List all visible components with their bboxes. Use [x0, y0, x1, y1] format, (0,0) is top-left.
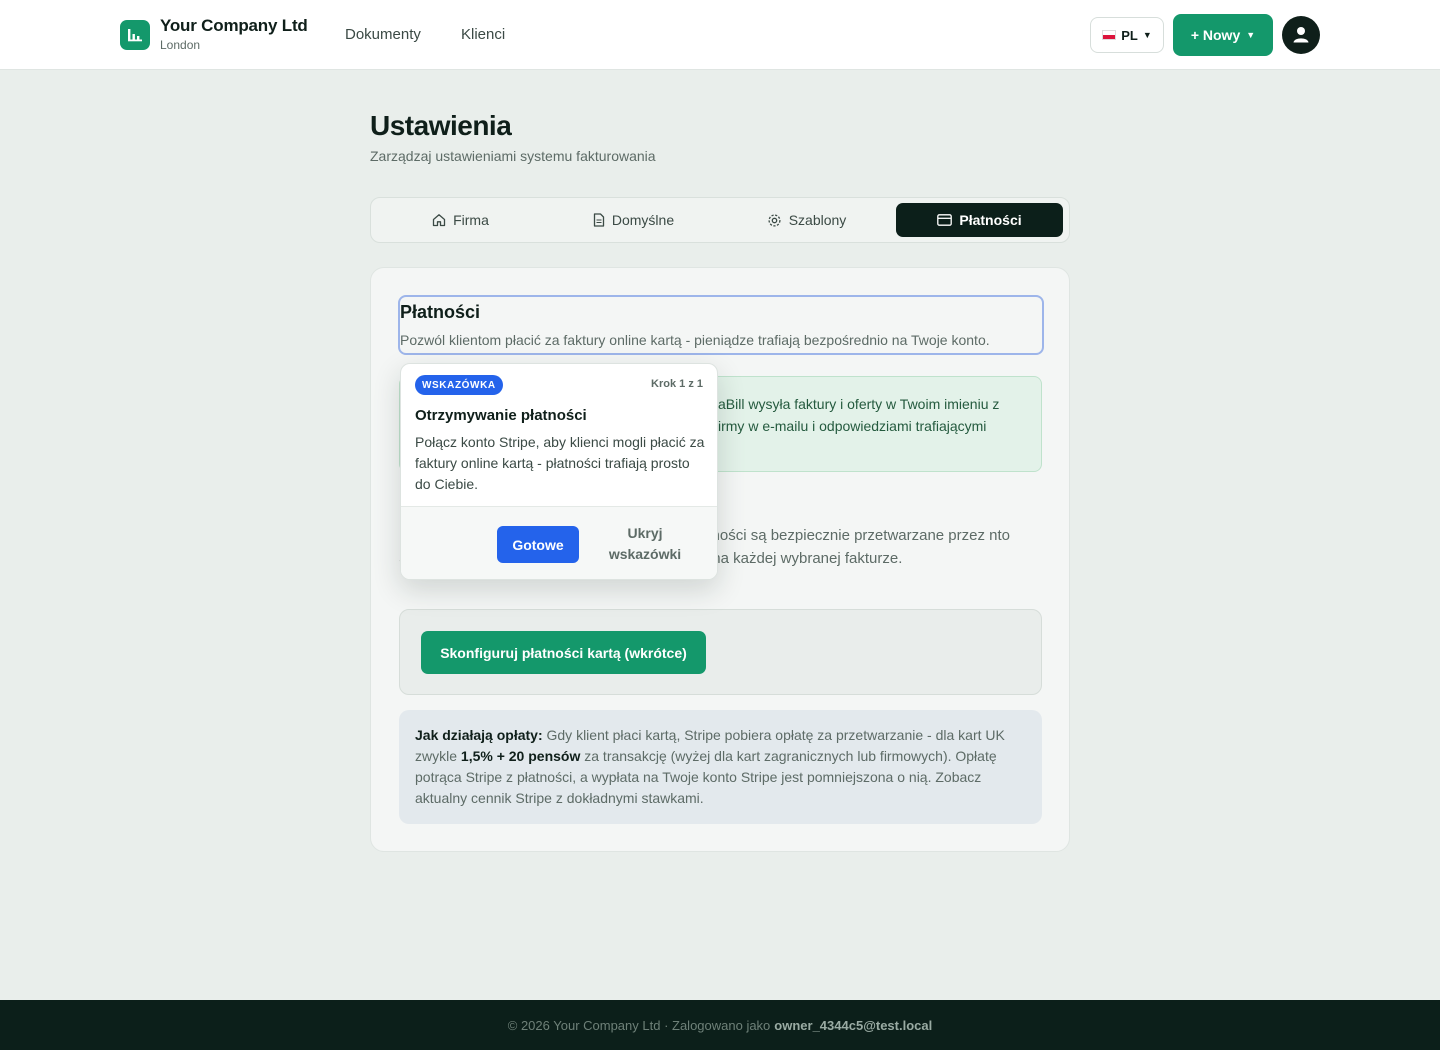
hint-footer: Gotowe Ukryj wskazówki: [401, 506, 717, 579]
company-name[interactable]: Your Company Ltd: [160, 16, 308, 36]
fees-label: Jak działają opłaty:: [415, 727, 543, 743]
page-title: Ustawienia: [370, 110, 512, 141]
setup-action-box: Skonfiguruj płatności kartą (wkrótce): [399, 609, 1042, 695]
hint-hide-button[interactable]: Ukryj wskazówki: [599, 523, 691, 565]
hint-done-button[interactable]: Gotowe: [497, 526, 579, 563]
user-avatar[interactable]: [1282, 16, 1320, 54]
footer-user: owner_4344c5@test.local: [774, 1017, 933, 1033]
section-title: Płatności: [400, 302, 481, 322]
tab-firma[interactable]: Firma: [377, 203, 544, 237]
document-icon: [593, 213, 605, 227]
info-text: aBill wysyła faktury i oferty w Twoim im…: [718, 396, 1000, 434]
credit-card-icon: [937, 214, 953, 226]
section-description: Pozwól klientom płacić za faktury online…: [400, 332, 990, 348]
hint-title: Otrzymywanie płatności: [415, 407, 587, 424]
gear-icon: [768, 213, 781, 227]
payments-section-header: Płatności Pozwól klientom płacić za fakt…: [398, 295, 1044, 355]
tab-szablony[interactable]: Szablony: [723, 203, 890, 237]
tab-label: Płatności: [959, 212, 1022, 228]
new-button-label: + Nowy: [1190, 27, 1241, 43]
tab-label: Domyślne: [611, 212, 675, 228]
setup-card-payments-button[interactable]: Skonfiguruj płatności kartą (wkrótce): [421, 631, 706, 674]
fees-text: Jak działają opłaty: Gdy klient płaci ka…: [415, 725, 1015, 809]
top-header: Your Company Ltd London Dokumenty Klienc…: [0, 0, 1440, 70]
tab-domyslne[interactable]: Domyślne: [550, 203, 717, 237]
settings-tabs: Firma Domyślne Szablony Płatności: [370, 197, 1070, 243]
chevron-down-icon: ▼: [1142, 30, 1152, 40]
user-icon: [1293, 27, 1309, 43]
language-selector[interactable]: PL ▼: [1090, 17, 1164, 53]
home-icon: [432, 214, 446, 227]
tab-platnosci[interactable]: Płatności: [896, 203, 1063, 237]
tab-label: Firma: [453, 212, 489, 228]
nav-clients[interactable]: Klienci: [461, 26, 505, 43]
company-city: London: [160, 38, 201, 52]
new-button[interactable]: + Nowy ▼: [1173, 14, 1273, 56]
poland-flag-icon: [1102, 30, 1117, 40]
logo-icon[interactable]: [120, 20, 150, 50]
footer-text: © 2026 Your Company Ltd · Zalogowano jak…: [507, 1017, 771, 1033]
fees-highlight: 1,5% + 20 pensów: [460, 748, 581, 764]
hint-tooltip: WSKAZÓWKA Krok 1 z 1 Otrzymywanie płatno…: [400, 363, 718, 580]
page-subtitle: Zarządzaj ustawieniami systemu fakturowa…: [370, 148, 656, 164]
chevron-down-icon: ▼: [1246, 30, 1256, 40]
page-footer: © 2026 Your Company Ltd · Zalogowano jak…: [0, 1000, 1440, 1050]
fees-info-box: Jak działają opłaty: Gdy klient płaci ka…: [399, 710, 1042, 824]
hint-body: Połącz konto Stripe, aby klienci mogli p…: [415, 434, 705, 492]
hint-badge: WSKAZÓWKA: [415, 375, 503, 395]
nav-documents[interactable]: Dokumenty: [345, 26, 421, 43]
tab-label: Szablony: [788, 212, 847, 228]
language-label: PL: [1121, 27, 1138, 43]
hint-step-counter: Krok 1 z 1: [651, 378, 703, 390]
